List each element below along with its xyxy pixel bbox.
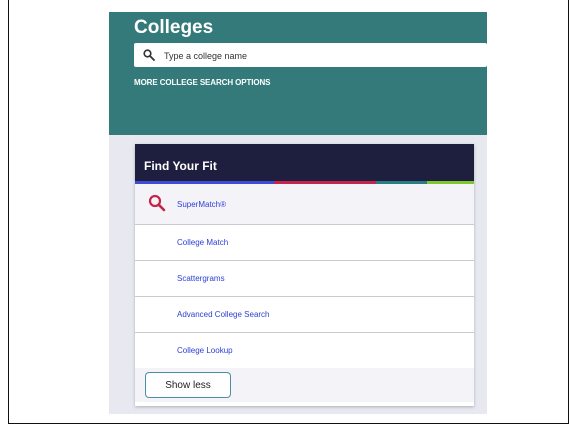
show-less-button[interactable]: Show less	[145, 372, 231, 398]
browser-frame: Colleges MORE COLLEGE SEARCH OPTIONS Fin…	[8, 0, 569, 424]
search-icon	[148, 194, 166, 217]
list-item-label: Advanced College Search	[177, 310, 270, 319]
find-your-fit-card: Find Your Fit SuperMatch® College Match …	[135, 144, 474, 406]
list-item-label: College Lookup	[177, 346, 233, 355]
list-item-advanced-college-search[interactable]: Advanced College Search	[135, 297, 474, 333]
list-item-label: College Match	[177, 238, 229, 247]
college-search-input[interactable]	[162, 45, 466, 67]
list-item-supermatch[interactable]: SuperMatch®	[135, 184, 474, 225]
list-item-college-match[interactable]: College Match	[135, 225, 474, 261]
list-item-label: SuperMatch®	[177, 199, 227, 209]
college-search-box[interactable]	[134, 43, 487, 67]
list-item-label: Scattergrams	[177, 274, 225, 283]
find-your-fit-header: Find Your Fit	[135, 144, 474, 184]
list-item-college-lookup[interactable]: College Lookup	[135, 333, 474, 368]
more-search-options-link[interactable]: MORE COLLEGE SEARCH OPTIONS	[134, 78, 271, 87]
find-your-fit-title: Find Your Fit	[144, 159, 217, 173]
search-icon	[143, 48, 155, 66]
colleges-hero: Colleges MORE COLLEGE SEARCH OPTIONS	[109, 12, 487, 135]
page-panel: Colleges MORE COLLEGE SEARCH OPTIONS Fin…	[109, 12, 487, 414]
page-title: Colleges	[134, 17, 214, 38]
card-footer: Show less	[135, 368, 474, 402]
list-item-scattergrams[interactable]: Scattergrams	[135, 261, 474, 297]
